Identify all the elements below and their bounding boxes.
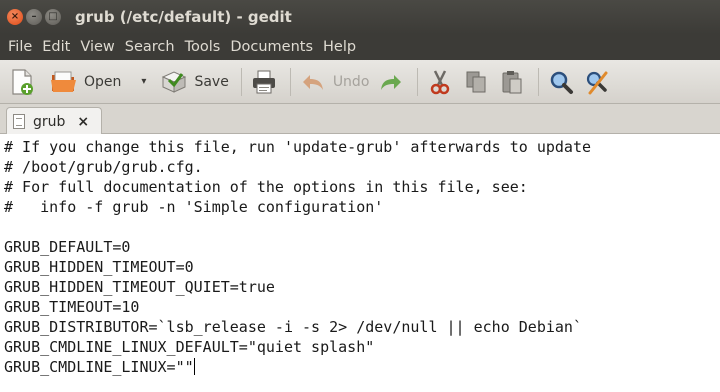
tab-grub[interactable]: grub × bbox=[6, 107, 102, 135]
editor-line: GRUB_CMDLINE_LINUX="" bbox=[4, 357, 720, 377]
editor-line: # /boot/grub/grub.cfg. bbox=[4, 158, 203, 176]
cut-icon bbox=[426, 68, 454, 96]
editor-line: # If you change this file, run 'update-g… bbox=[4, 138, 591, 156]
open-label: Open bbox=[84, 73, 122, 90]
copy-button[interactable] bbox=[462, 64, 490, 100]
editor-line: GRUB_HIDDEN_TIMEOUT_QUIET=true bbox=[4, 278, 275, 296]
save-icon bbox=[160, 68, 188, 96]
menu-help[interactable]: Help bbox=[319, 39, 360, 55]
editor-line: GRUB_DISTRIBUTOR=`lsb_release -i -s 2> /… bbox=[4, 318, 582, 336]
menu-documents[interactable]: Documents bbox=[226, 39, 317, 55]
menu-search[interactable]: Search bbox=[121, 39, 179, 55]
redo-button[interactable] bbox=[377, 64, 405, 100]
toolbar-separator bbox=[289, 67, 291, 96]
open-recent-dropdown[interactable]: ▾ bbox=[141, 76, 146, 87]
document-tab-strip: grub × bbox=[0, 104, 720, 135]
undo-label: Undo bbox=[332, 73, 370, 90]
tab-label: grub bbox=[33, 113, 66, 130]
find-icon bbox=[547, 68, 575, 96]
editor-line: GRUB_CMDLINE_LINUX_DEFAULT="quiet splash… bbox=[4, 338, 375, 356]
undo-button[interactable]: Undo bbox=[299, 64, 370, 100]
menu-tools[interactable]: Tools bbox=[181, 39, 225, 55]
find-replace-icon bbox=[583, 68, 611, 96]
title-bar: × – □ grub (/etc/default) - gedit bbox=[0, 0, 720, 34]
menu-bar: File Edit View Search Tools Documents He… bbox=[0, 34, 720, 60]
minimize-window-button[interactable]: – bbox=[26, 9, 42, 25]
redo-icon bbox=[377, 68, 405, 96]
tab-close-icon[interactable]: × bbox=[77, 114, 89, 130]
open-folder-icon bbox=[50, 68, 78, 96]
text-editor[interactable]: # If you change this file, run 'update-g… bbox=[0, 134, 720, 392]
toolbar-separator bbox=[417, 67, 419, 96]
window-title: grub (/etc/default) - gedit bbox=[75, 8, 292, 26]
open-button[interactable]: Open bbox=[50, 64, 121, 100]
save-button[interactable]: Save bbox=[160, 64, 229, 100]
toolbar-separator bbox=[538, 67, 540, 96]
document-icon bbox=[13, 114, 25, 129]
editor-line: # For full documentation of the options … bbox=[4, 178, 528, 196]
editor-line: GRUB_DEFAULT=0 bbox=[4, 238, 131, 256]
window-controls: × – □ bbox=[7, 9, 61, 25]
save-label: Save bbox=[194, 73, 229, 90]
maximize-window-button[interactable]: □ bbox=[45, 9, 61, 25]
undo-icon bbox=[299, 68, 327, 96]
new-document-icon bbox=[8, 68, 36, 96]
replace-button[interactable] bbox=[583, 64, 611, 100]
copy-icon bbox=[462, 68, 490, 96]
toolbar: Open ▾ Save Undo bbox=[0, 60, 720, 104]
menu-file[interactable]: File bbox=[4, 39, 36, 55]
print-icon bbox=[250, 68, 278, 96]
close-window-button[interactable]: × bbox=[7, 9, 23, 25]
toolbar-separator bbox=[240, 67, 242, 96]
print-button[interactable] bbox=[250, 64, 278, 100]
text-cursor bbox=[193, 358, 195, 375]
paste-button[interactable] bbox=[498, 64, 526, 100]
menu-edit[interactable]: Edit bbox=[38, 39, 74, 55]
editor-line-text: GRUB_CMDLINE_LINUX="" bbox=[4, 358, 194, 376]
cut-button[interactable] bbox=[426, 64, 454, 100]
editor-line: GRUB_HIDDEN_TIMEOUT=0 bbox=[4, 258, 194, 276]
editor-line: # info -f grub -n 'Simple configuration' bbox=[4, 198, 384, 216]
editor-line: GRUB_TIMEOUT=10 bbox=[4, 298, 140, 316]
paste-icon bbox=[498, 68, 526, 96]
find-button[interactable] bbox=[547, 64, 575, 100]
menu-view[interactable]: View bbox=[76, 39, 118, 55]
new-button[interactable] bbox=[8, 64, 36, 100]
